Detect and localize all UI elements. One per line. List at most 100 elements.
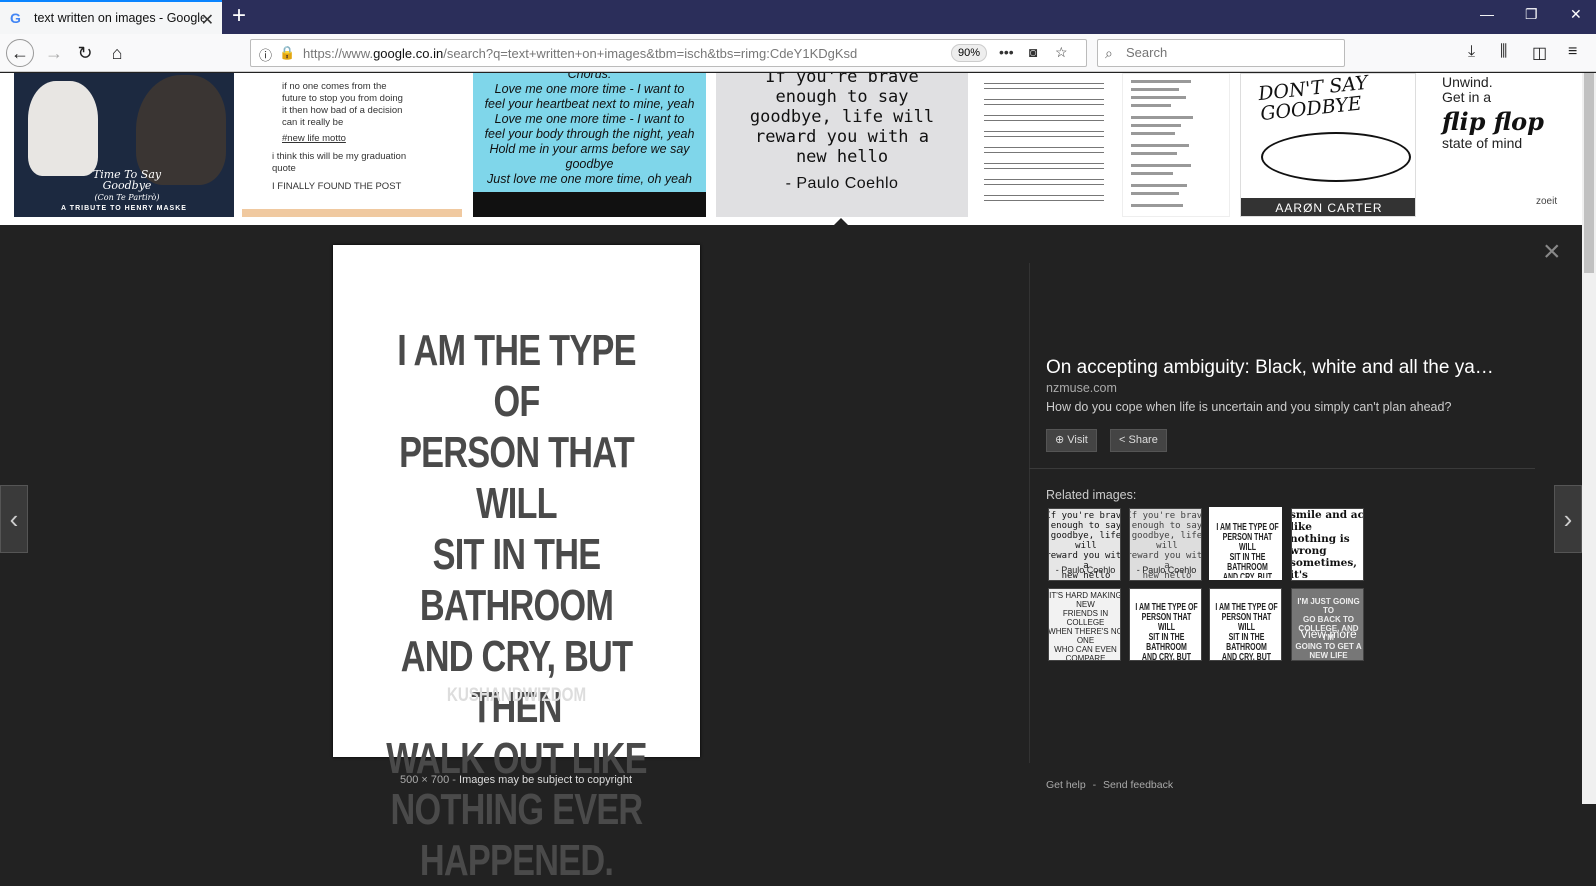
address-bar[interactable]: ⓘ 🔒 https://www.google.co.in/search?q=te… xyxy=(250,39,1087,67)
minimize-icon[interactable]: — xyxy=(1480,6,1494,22)
visit-button[interactable]: ⊕ Visit xyxy=(1046,429,1097,452)
text-line xyxy=(1131,172,1173,175)
source-label: zoeit xyxy=(1536,196,1558,207)
get-help-link[interactable]: Get help xyxy=(1046,779,1086,791)
image-host[interactable]: nzmuse.com xyxy=(1046,381,1117,395)
related-image[interactable]: If you're brave enough to say goodbye, l… xyxy=(1129,508,1202,581)
title-bar: G text written on images - Google ✕ + — … xyxy=(0,0,1596,34)
post-line: it then how bad of a decision xyxy=(282,105,403,116)
related-image-selected[interactable]: I AM THE TYPE OF PERSON THAT WILL SIT IN… xyxy=(1209,507,1282,580)
back-button[interactable]: ← xyxy=(6,39,34,67)
post-tag: #new life motto xyxy=(282,133,346,144)
infinity-sign xyxy=(1261,132,1411,182)
scrollbar-thumb[interactable] xyxy=(1584,73,1594,273)
text-line xyxy=(1131,88,1179,91)
google-favicon-icon: G xyxy=(10,10,21,26)
text-line xyxy=(1131,192,1179,195)
flipflop-line: Unwind. Get in a xyxy=(1442,74,1493,105)
library-icon[interactable]: ⫼ xyxy=(1500,43,1507,61)
staff-line xyxy=(984,195,1104,201)
previous-image-button[interactable]: ‹ xyxy=(0,485,28,553)
text-line xyxy=(1131,124,1181,127)
share-label: Share xyxy=(1128,434,1158,446)
image-description: How do you cope when life is uncertain a… xyxy=(1046,400,1452,414)
view-more-label: View more xyxy=(1300,627,1357,641)
tab-close-icon[interactable]: ✕ xyxy=(201,10,214,30)
footer-links: Get help - Send feedback xyxy=(1046,779,1173,791)
browser-tab[interactable]: G text written on images - Google ✕ xyxy=(0,0,222,34)
preview-image[interactable]: I AM THE TYPE OF PERSON THAT WILL SIT IN… xyxy=(333,245,700,885)
post-line: future to stop you from doing xyxy=(282,93,403,104)
album-title: Time To Say Goodbye (Con Te Partirò) xyxy=(92,168,162,202)
quote-text: If you're brave enough to say goodbye, l… xyxy=(749,73,935,167)
related-image[interactable]: smile and act like nothing is wrong some… xyxy=(1291,508,1364,581)
zoom-level[interactable]: 90% xyxy=(951,44,988,62)
globe-icon: ⊕ xyxy=(1055,434,1068,446)
share-button[interactable]: < Share xyxy=(1110,429,1167,452)
text-line xyxy=(1131,152,1177,155)
thumbnail-dont-say-goodbye[interactable]: DON'T SAY GOODBYE AARØN CARTER xyxy=(1240,73,1416,217)
window-close-icon[interactable]: ✕ xyxy=(1570,6,1582,23)
sidebar-icon[interactable]: ◫ xyxy=(1532,43,1547,63)
post-footer-bar xyxy=(242,209,462,217)
post-line: can it really be xyxy=(282,117,344,128)
new-tab-button[interactable]: + xyxy=(232,4,246,28)
url-text[interactable]: https://www.google.co.in/search?q=text+w… xyxy=(303,46,913,61)
handwritten-title: DON'T SAY GOODBYE xyxy=(1257,73,1369,126)
search-box[interactable]: ⌕ xyxy=(1097,39,1345,67)
text-line xyxy=(1131,164,1191,167)
staff-line xyxy=(984,131,1104,137)
close-viewer-icon[interactable]: × xyxy=(1543,237,1561,267)
meta-separator: - xyxy=(449,774,460,786)
thumbnail-coelho-quote[interactable]: If you're brave enough to say goodbye, l… xyxy=(716,73,968,217)
thumbnail-lyrics[interactable]: Chorus: Love me one more time - I want t… xyxy=(473,73,706,217)
flipflop-line: state of mind xyxy=(1442,135,1523,151)
search-input[interactable] xyxy=(1126,45,1326,60)
menu-icon[interactable]: ≡ xyxy=(1568,43,1577,61)
related-image[interactable]: If you're brave enough to say goodbye, l… xyxy=(1048,508,1121,581)
thumbnail-tumblr-post[interactable]: if no one comes from the future to stop … xyxy=(242,73,462,217)
staff-line xyxy=(984,83,1104,89)
restore-icon[interactable]: ❐ xyxy=(1525,6,1538,23)
bookmark-star-icon[interactable]: ☆ xyxy=(1055,44,1068,61)
related-text: I AM THE TYPE OF PERSON THAT WILL SIT IN… xyxy=(1216,522,1279,580)
thumbnail-time-to-say-goodbye[interactable]: Time To Say Goodbye (Con Te Partirò) A TR… xyxy=(14,73,234,217)
reload-button[interactable]: ↻ xyxy=(72,40,98,66)
panel-divider xyxy=(1029,263,1030,763)
post-line: i think this will be my graduation xyxy=(272,151,407,162)
forward-button[interactable]: → xyxy=(41,40,67,66)
image-viewer-panel: ‹ › I AM THE TYPE OF PERSON THAT WILL SI… xyxy=(0,227,1582,885)
staff-line xyxy=(984,99,1104,105)
lock-warning-icon[interactable]: 🔒 xyxy=(279,45,295,61)
downloads-icon[interactable]: ⤓ xyxy=(1468,43,1475,61)
visit-label: Visit xyxy=(1067,434,1088,446)
lyrics-text: Chorus: Love me one more time - I want t… xyxy=(484,73,695,186)
search-icon: ⌕ xyxy=(1105,45,1113,61)
thumbnail-lyrics-sheet[interactable] xyxy=(1122,73,1230,217)
related-image[interactable]: I AM THE TYPE OF PERSON THAT WILL SIT IN… xyxy=(1209,588,1282,661)
text-line xyxy=(1131,144,1189,147)
image-title-link[interactable]: On accepting ambiguity: Black, white and… xyxy=(1046,357,1494,379)
text-line xyxy=(1131,204,1183,207)
watermark: KUSHANDWIZDOM xyxy=(446,685,587,706)
woman-figure xyxy=(28,81,98,176)
quote-author: - Paulo Coehlo xyxy=(785,175,899,192)
info-icon[interactable]: ⓘ xyxy=(259,45,272,64)
related-image[interactable]: IT'S HARD MAKING NEW FRIENDS IN COLLEGE … xyxy=(1048,588,1121,661)
page-actions-icon[interactable]: ••• xyxy=(999,44,1014,60)
home-button[interactable]: ⌂ xyxy=(104,40,130,66)
thumbnail-sheet-music[interactable] xyxy=(978,73,1113,217)
related-image[interactable]: I AM THE TYPE OF PERSON THAT WILL SIT IN… xyxy=(1129,588,1202,661)
staff-line xyxy=(984,163,1104,169)
view-more-related[interactable]: I'M JUST GOING TO GO BACK TO COLLEGE, AN… xyxy=(1291,588,1364,661)
related-images-label: Related images: xyxy=(1046,488,1137,502)
send-feedback-link[interactable]: Send feedback xyxy=(1103,779,1173,791)
black-bar xyxy=(473,192,706,217)
pocket-icon[interactable]: ◙ xyxy=(1029,44,1037,60)
next-image-button[interactable]: › xyxy=(1554,485,1582,553)
staff-line xyxy=(984,147,1104,153)
post-line: quote xyxy=(272,163,296,174)
staff-line xyxy=(984,179,1104,185)
navigation-bar: ← → ↻ ⌂ ⓘ 🔒 https://www.google.co.in/sea… xyxy=(0,34,1596,72)
page-scrollbar[interactable] xyxy=(1582,73,1596,804)
